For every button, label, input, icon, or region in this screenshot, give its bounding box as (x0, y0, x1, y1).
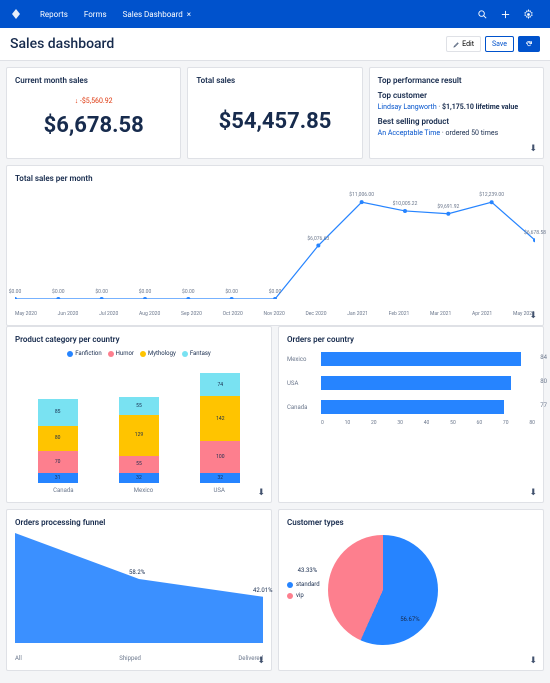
card-title: Top performance result (378, 76, 535, 85)
card-top-performance: Top performance result Top customer Lind… (369, 67, 544, 159)
line-chart: $0.00$0.00$0.00$0.00$0.00$0.00$0.00$6,07… (15, 189, 535, 309)
card-current-month-sales: Current month sales ↓ -$5,560.92 $6,678.… (6, 67, 181, 159)
card-total-sales-per-month: Total sales per month $0.00$0.00$0.00$0.… (6, 165, 544, 326)
search-icon[interactable] (471, 9, 494, 20)
best-product-label: Best selling product (378, 117, 535, 126)
kpi-value: $6,678.58 (15, 113, 172, 138)
download-icon[interactable]: ⬇ (257, 656, 265, 666)
download-icon[interactable]: ⬇ (257, 488, 265, 498)
card-product-category-per-country: Product category per country FanfictionH… (6, 326, 272, 503)
nav-reports[interactable]: Reports (32, 10, 76, 19)
download-icon[interactable]: ⬇ (529, 656, 537, 666)
edit-button[interactable]: Edit (446, 36, 481, 52)
topbar: Reports Forms Sales Dashboard × (0, 0, 550, 28)
card-title: Customer types (287, 518, 535, 527)
download-icon[interactable]: ⬇ (529, 488, 537, 498)
nav-sales-dashboard[interactable]: Sales Dashboard × (115, 10, 199, 19)
top-customer-label: Top customer (378, 91, 535, 100)
add-icon[interactable] (494, 9, 517, 20)
download-icon[interactable]: ⬇ (529, 311, 537, 321)
legend: FanfictionHumorMythologyFantasy (15, 350, 263, 357)
page-title: Sales dashboard (10, 36, 442, 52)
save-button[interactable]: Save (485, 36, 514, 52)
delta-value: ↓ -$5,560.92 (15, 97, 172, 105)
download-icon[interactable]: ⬇ (529, 144, 537, 154)
x-axis-labels: May 2020Jun 2020Jul 2020Aug 2020Sep 2020… (15, 311, 535, 317)
card-title: Orders per country (287, 335, 535, 344)
top-customer-link[interactable]: Lindsay Langworth (378, 103, 437, 111)
refresh-button[interactable] (518, 36, 540, 52)
card-title: Product category per country (15, 335, 263, 344)
x-axis-labels: 01020304050607080 (321, 420, 535, 426)
stacked-bar-chart: 317080853255129553210014274 (15, 363, 263, 483)
best-product-link[interactable]: An Acceptable Time (378, 129, 440, 137)
page-header: Sales dashboard Edit Save (0, 28, 550, 61)
card-orders-processing-funnel: Orders processing funnel 58.2%42.01% All… (6, 509, 272, 671)
nav-forms[interactable]: Forms (76, 10, 115, 19)
card-title: Total sales per month (15, 174, 535, 183)
x-axis-labels: AllShippedDelivered (15, 655, 263, 662)
kpi-value: $54,457.85 (196, 109, 353, 134)
funnel-chart: 58.2%42.01% (15, 533, 263, 653)
settings-icon[interactable] (517, 9, 540, 20)
card-total-sales: Total sales $54,457.85 (187, 67, 362, 159)
card-orders-per-country: Orders per country Mexico84USA80Canada77… (278, 326, 544, 503)
x-axis-labels: CanadaMexicoUSA (15, 483, 263, 494)
card-customer-types: Customer types standardvip 56.67%43.33% … (278, 509, 544, 671)
card-title: Total sales (196, 76, 353, 85)
legend: standardvip (287, 581, 320, 599)
app-logo-icon (10, 8, 22, 20)
card-title: Orders processing funnel (15, 518, 263, 527)
horizontal-bar-chart: Mexico84USA80Canada77 (287, 352, 535, 414)
pie-chart: 56.67%43.33% (328, 535, 438, 645)
card-title: Current month sales (15, 76, 172, 85)
